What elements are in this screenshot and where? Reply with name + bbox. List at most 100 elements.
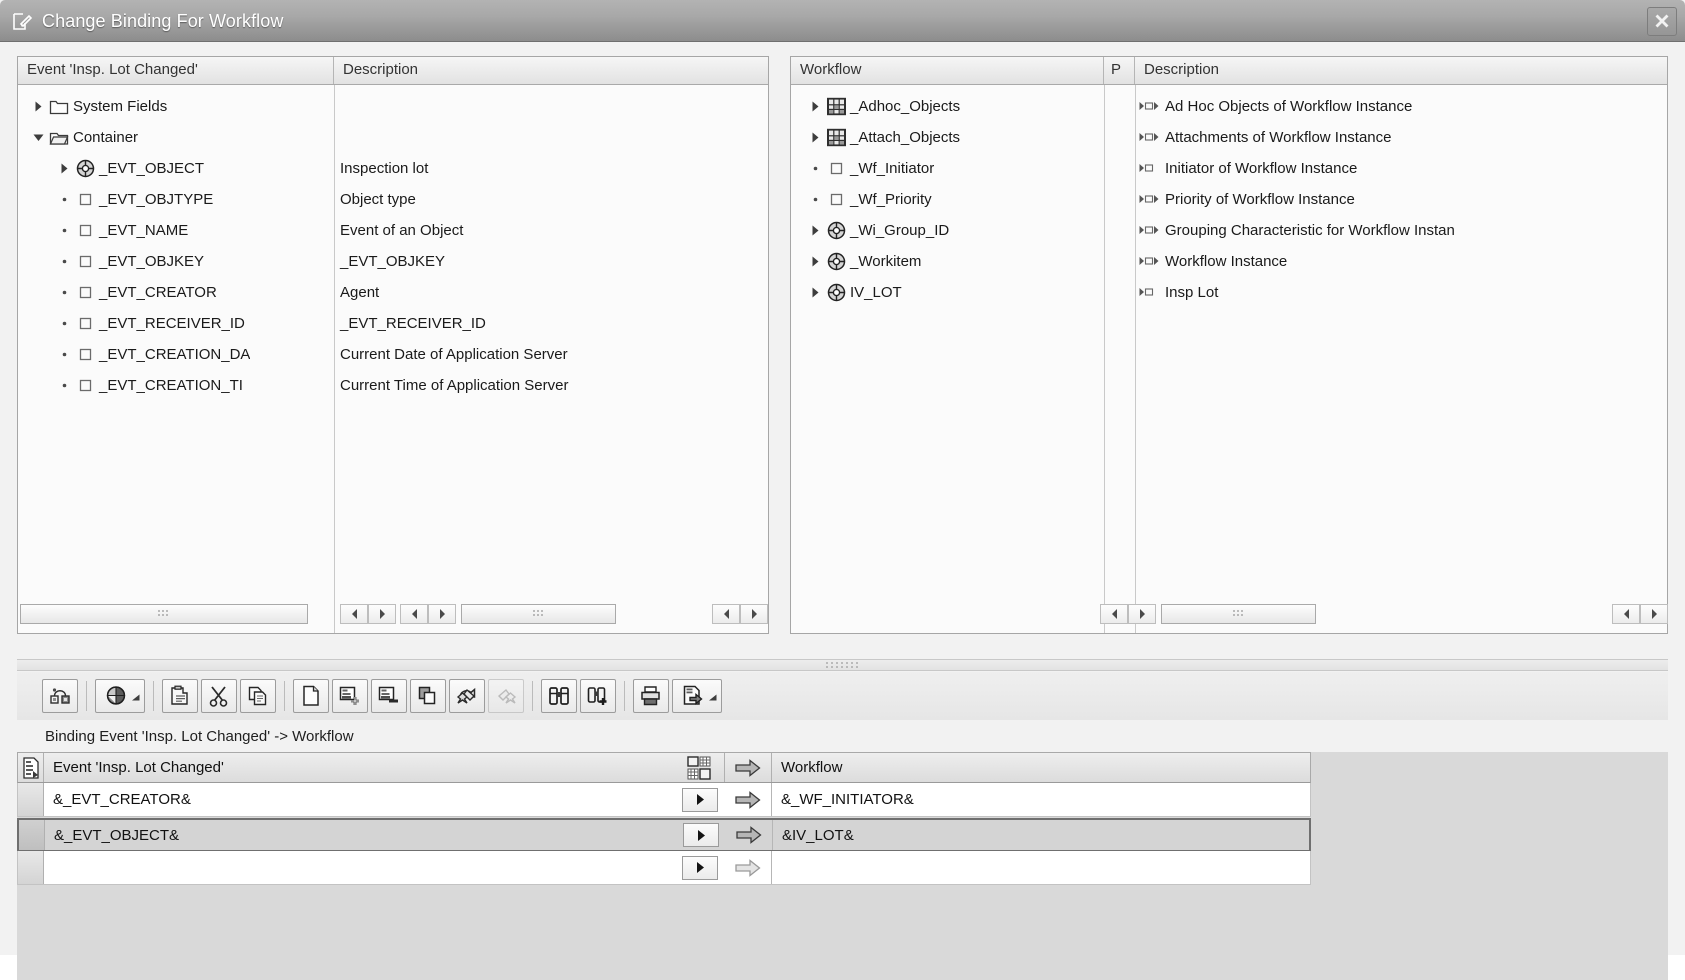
binding-source-picker-cell[interactable] <box>674 851 725 884</box>
left-panel-hscrollbar[interactable] <box>20 603 768 625</box>
toolbar-button-delete-row[interactable] <box>371 679 407 713</box>
tree-item-description-text: Grouping Characteristic for Workflow Ins… <box>1165 222 1455 239</box>
row-selector[interactable] <box>18 851 44 884</box>
binding-header-target[interactable]: Workflow <box>772 753 1310 782</box>
tree-item[interactable]: _Workitem Workflow Instance <box>791 246 1667 277</box>
tree-item[interactable]: System Fields <box>18 91 768 122</box>
toolbar-button-find-binoculars[interactable] <box>541 679 577 713</box>
tree-item[interactable]: _EVT_CREATION_TI Current Time of Applicat… <box>18 370 768 401</box>
binding-source-expression[interactable]: &_EVT_CREATOR& <box>44 783 674 816</box>
binding-source-expression[interactable]: &_EVT_OBJECT& <box>45 820 675 850</box>
param-direction-cell <box>1104 184 1135 215</box>
tree-item[interactable]: _EVT_NAME Event of an Object <box>18 215 768 246</box>
tree-item[interactable]: _Attach_Objects Attachments of Workflow I… <box>791 122 1667 153</box>
tree-item[interactable]: _Wf_Priority Priority of Workflow Instanc… <box>791 184 1667 215</box>
toolbar-button-new-document[interactable] <box>293 679 329 713</box>
tree-item[interactable]: _Adhoc_Objects Ad Hoc Objects of Workflow… <box>791 91 1667 122</box>
expand-triangle-icon[interactable] <box>28 101 48 112</box>
right-tree-body[interactable]: _Adhoc_Objects Ad Hoc Objects of Workflow… <box>791 85 1667 633</box>
binding-target-expression[interactable] <box>772 851 1310 884</box>
tree-item-label: _EVT_CREATION_TI <box>99 377 243 394</box>
binding-row[interactable]: &_EVT_CREATOR& &_WF_INITIATOR& <box>17 783 1311 817</box>
tree-item-label: _EVT_NAME <box>99 222 189 239</box>
tree-item[interactable]: IV_LOT Insp Lot <box>791 277 1667 308</box>
binding-target-expression[interactable]: &_WF_INITIATOR& <box>772 783 1310 816</box>
tree-item[interactable]: _EVT_CREATOR Agent <box>18 277 768 308</box>
toolbar-button-globe[interactable] <box>95 679 145 713</box>
collapse-triangle-icon[interactable] <box>28 133 48 142</box>
expand-expression-button[interactable] <box>682 823 719 847</box>
binding-source-picker-cell[interactable] <box>674 783 725 816</box>
tree-item-label: System Fields <box>73 98 168 115</box>
right-far-scroll-right-button[interactable] <box>1640 604 1668 624</box>
dialog-titlebar: Change Binding For Workflow <box>0 0 1685 42</box>
left-col-header-event[interactable]: Event 'Insp. Lot Changed' <box>18 57 334 84</box>
binding-source-expression[interactable] <box>44 851 674 884</box>
grid-mapping-icon[interactable] <box>674 753 725 782</box>
find-binoculars-icon <box>548 685 570 707</box>
tree-item[interactable]: _EVT_OBJKEY _EVT_OBJKEY <box>18 246 768 277</box>
left-tree-body[interactable]: System Fields Container _EVT_OBJECT Inspect… <box>18 85 768 633</box>
binding-source-picker-cell[interactable] <box>675 820 726 850</box>
left-col-header-description[interactable]: Description <box>334 57 768 84</box>
drag-grip-icon <box>158 610 168 616</box>
expand-expression-button[interactable] <box>681 787 718 812</box>
tree-item[interactable]: Container <box>18 122 768 153</box>
expand-expression-button[interactable] <box>681 855 718 880</box>
expand-triangle-icon[interactable] <box>805 287 825 298</box>
table-detail-icon[interactable] <box>18 753 44 782</box>
expand-triangle-icon[interactable] <box>54 163 74 174</box>
expand-triangle-icon[interactable] <box>805 225 825 236</box>
right-col-header-workflow[interactable]: Workflow <box>791 57 1104 84</box>
left-scroll-right-button[interactable] <box>368 604 396 624</box>
left-desc-scroll-right-button[interactable] <box>428 604 456 624</box>
tree-item[interactable]: _EVT_CREATION_DA Current Date of Applicat… <box>18 339 768 370</box>
row-selector[interactable] <box>19 820 45 850</box>
toolbar-button-duplicate[interactable] <box>410 679 446 713</box>
binding-row[interactable]: &_EVT_OBJECT& &IV_LOT& <box>17 818 1311 852</box>
right-far-scroll-left-button[interactable] <box>1612 604 1640 624</box>
param-inout-icon <box>1135 132 1160 143</box>
expand-triangle-icon[interactable] <box>805 132 825 143</box>
tree-item-label: Container <box>73 129 139 146</box>
tree-item[interactable]: _Wi_Group_ID Grouping Characteristic for … <box>791 215 1667 246</box>
tree-item[interactable]: _EVT_RECEIVER_ID _EVT_RECEIVER_ID <box>18 308 768 339</box>
toolbar-button-insert-row[interactable] <box>332 679 368 713</box>
left-far-scroll-right-button[interactable] <box>740 604 768 624</box>
right-col-header-description[interactable]: Description <box>1135 57 1667 84</box>
toolbar-button-paste-clipboard[interactable] <box>162 679 198 713</box>
leaf-dot-icon <box>54 320 74 327</box>
left-desc-scroll-left-button[interactable] <box>400 604 428 624</box>
right-scroll-left-button[interactable] <box>1100 604 1128 624</box>
toolbar-button-find-next[interactable] <box>580 679 616 713</box>
toolbar-button-scissors-cut[interactable] <box>201 679 237 713</box>
horizontal-splitter[interactable] <box>17 659 1668 671</box>
toolbar-button-binding-editor[interactable] <box>42 679 78 713</box>
folder-closed-icon <box>48 97 70 117</box>
toolbar-button-export-document[interactable] <box>672 679 722 713</box>
expand-triangle-icon[interactable] <box>805 101 825 112</box>
left-scroll-left-button[interactable] <box>340 604 368 624</box>
object-reference-icon <box>825 283 847 302</box>
binding-header-source[interactable]: Event 'Insp. Lot Changed' <box>44 753 674 782</box>
toolbar-button-print[interactable] <box>633 679 669 713</box>
left-desc-scroll-thumb[interactable] <box>461 604 616 624</box>
dropdown-arrow-icon[interactable] <box>131 688 140 706</box>
right-scroll-right-button[interactable] <box>1128 604 1156 624</box>
close-button[interactable] <box>1647 7 1677 36</box>
tree-item[interactable]: _EVT_OBJECT Inspection lot <box>18 153 768 184</box>
left-scroll-thumb[interactable] <box>20 604 308 624</box>
toolbar-button-undo[interactable] <box>449 679 485 713</box>
right-panel-hscrollbar[interactable] <box>1100 603 1668 625</box>
row-selector[interactable] <box>18 783 44 816</box>
toolbar-button-copy-pages[interactable] <box>240 679 276 713</box>
right-col-header-p[interactable]: P <box>1104 57 1135 84</box>
right-scroll-thumb[interactable] <box>1161 604 1316 624</box>
dropdown-arrow-icon[interactable] <box>708 688 717 706</box>
expand-triangle-icon[interactable] <box>805 256 825 267</box>
tree-item[interactable]: _EVT_OBJTYPE Object type <box>18 184 768 215</box>
left-far-scroll-left-button[interactable] <box>712 604 740 624</box>
binding-row[interactable] <box>17 851 1311 885</box>
tree-item[interactable]: _Wf_Initiator Initiator of Workflow Insta… <box>791 153 1667 184</box>
binding-target-expression[interactable]: &IV_LOT& <box>773 820 1309 850</box>
